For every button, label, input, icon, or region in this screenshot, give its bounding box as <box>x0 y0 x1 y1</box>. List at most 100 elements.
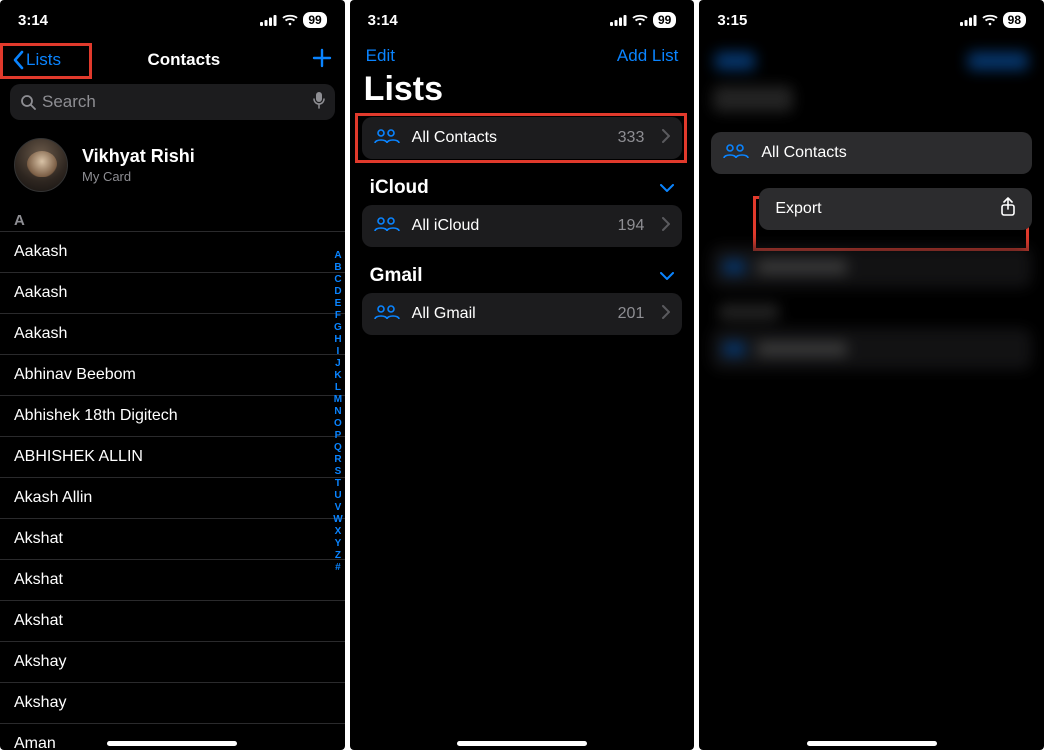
chevron-left-icon <box>12 50 24 70</box>
index-letter[interactable]: Q <box>334 442 342 454</box>
home-indicator[interactable] <box>807 741 937 746</box>
index-letter[interactable]: P <box>335 430 342 442</box>
index-letter[interactable]: R <box>334 454 341 466</box>
status-bar: 3:14 99 <box>0 0 345 40</box>
blurred-background <box>699 246 1044 370</box>
back-button[interactable]: Lists <box>12 50 61 70</box>
row-label: All Contacts <box>412 129 497 147</box>
wifi-icon <box>282 14 298 26</box>
status-time: 3:14 <box>368 12 398 29</box>
list-item[interactable]: Aakash <box>0 272 345 313</box>
battery-badge: 98 <box>1003 12 1026 28</box>
index-letter[interactable]: X <box>335 526 342 538</box>
index-letter[interactable]: S <box>335 466 342 478</box>
export-label: Export <box>775 200 821 218</box>
export-button[interactable]: Export <box>759 188 1032 230</box>
index-letter[interactable]: W <box>333 514 342 526</box>
cellular-icon <box>260 15 277 26</box>
nav-bar: Lists Contacts <box>0 40 345 80</box>
chevron-down-icon <box>660 179 674 197</box>
status-time: 3:15 <box>717 12 747 29</box>
battery-badge: 99 <box>303 12 326 28</box>
list-item[interactable]: Abhishek 18th Digitech <box>0 395 345 436</box>
screen-contacts: 3:14 99 Lists Contacts Search <box>0 0 345 750</box>
list-item[interactable]: Aakash <box>0 313 345 354</box>
toolbar: Edit Add List <box>350 40 695 68</box>
row-label: All Gmail <box>412 305 476 323</box>
cellular-icon <box>960 15 977 26</box>
list-item[interactable]: Akshay <box>0 682 345 723</box>
search-icon <box>20 94 36 110</box>
group-icon <box>374 128 400 149</box>
group-icon <box>374 304 400 325</box>
status-bar: 3:14 99 <box>350 0 695 40</box>
home-indicator[interactable] <box>107 741 237 746</box>
list-item[interactable]: ABHISHEK ALLIN <box>0 436 345 477</box>
page-title: Contacts <box>147 50 220 70</box>
account-name: Gmail <box>370 265 423 287</box>
index-letter[interactable]: H <box>334 334 341 346</box>
index-letter[interactable]: G <box>334 322 342 334</box>
list-item[interactable]: Abhinav Beebom <box>0 354 345 395</box>
index-letter[interactable]: M <box>334 394 342 406</box>
list-item[interactable]: Akshat <box>0 600 345 641</box>
list-item[interactable]: Aakash <box>0 231 345 272</box>
row-label: All iCloud <box>412 217 480 235</box>
cellular-icon <box>610 15 627 26</box>
account-header-gmail[interactable]: Gmail <box>350 257 695 293</box>
all-icloud-row[interactable]: All iCloud 194 <box>362 205 683 247</box>
index-letter[interactable]: F <box>335 310 341 322</box>
list-item[interactable]: Akshat <box>0 559 345 600</box>
index-letter[interactable]: # <box>335 562 341 574</box>
index-letter[interactable]: J <box>335 358 341 370</box>
account-name: iCloud <box>370 177 429 199</box>
group-icon <box>723 143 749 164</box>
status-time: 3:14 <box>18 12 48 29</box>
page-title: Lists <box>350 68 695 117</box>
section-header: A <box>0 206 345 231</box>
my-card-sub: My Card <box>82 169 195 184</box>
index-letter[interactable]: D <box>334 286 341 298</box>
all-contacts-row[interactable]: All Contacts 333 <box>362 117 683 159</box>
index-letter[interactable]: C <box>334 274 341 286</box>
index-letter[interactable]: A <box>334 250 341 262</box>
my-card-row[interactable]: Vikhyat Rishi My Card <box>0 124 345 206</box>
index-letter[interactable]: N <box>334 406 341 418</box>
share-icon <box>1000 197 1016 222</box>
all-gmail-row[interactable]: All Gmail 201 <box>362 293 683 335</box>
index-letter[interactable]: O <box>334 418 342 430</box>
chevron-right-icon <box>662 129 670 148</box>
index-letter[interactable]: B <box>334 262 341 274</box>
row-count: 194 <box>618 217 645 235</box>
account-header-icloud[interactable]: iCloud <box>350 169 695 205</box>
chevron-right-icon <box>662 217 670 236</box>
home-indicator[interactable] <box>457 741 587 746</box>
index-letter[interactable]: E <box>335 298 342 310</box>
all-contacts-row[interactable]: All Contacts <box>711 132 1032 174</box>
index-letter[interactable]: T <box>335 478 341 490</box>
avatar <box>14 138 68 192</box>
list-item[interactable]: Akshay <box>0 641 345 682</box>
mic-icon[interactable] <box>313 91 325 114</box>
row-label: All Contacts <box>761 144 846 162</box>
row-count: 201 <box>618 305 645 323</box>
index-letter[interactable]: U <box>334 490 341 502</box>
index-letter[interactable]: Y <box>335 538 342 550</box>
add-contact-button[interactable] <box>307 44 333 76</box>
index-letter[interactable]: K <box>334 370 341 382</box>
list-item[interactable]: Akshat <box>0 518 345 559</box>
group-icon <box>374 216 400 237</box>
battery-badge: 99 <box>653 12 676 28</box>
wifi-icon <box>632 14 648 26</box>
index-letter[interactable]: L <box>335 382 341 394</box>
edit-button[interactable]: Edit <box>366 46 395 66</box>
list-item[interactable]: Akash Allin <box>0 477 345 518</box>
screen-lists: 3:14 99 Edit Add List Lists All Contacts… <box>350 0 695 750</box>
alphabet-index[interactable]: ABCDEFGHIJKLMNOPQRSTUVWXYZ# <box>333 250 342 574</box>
index-letter[interactable]: I <box>337 346 340 358</box>
add-list-button[interactable]: Add List <box>617 46 678 66</box>
index-letter[interactable]: Z <box>335 550 341 562</box>
search-input[interactable]: Search <box>10 84 335 120</box>
chevron-right-icon <box>662 305 670 324</box>
index-letter[interactable]: V <box>335 502 342 514</box>
